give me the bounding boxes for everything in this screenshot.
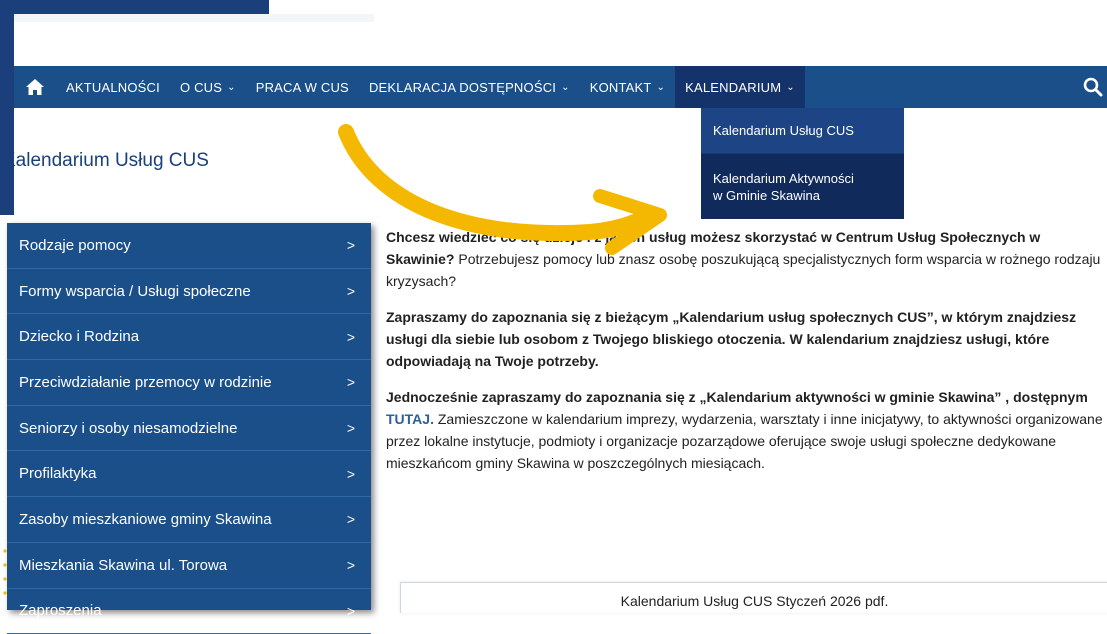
- sidebar-item-label: Formy wsparcia / Usługi społeczne: [19, 283, 251, 300]
- chevron-right-icon: >: [347, 329, 355, 345]
- dropdown-item-kalendarium-uslug[interactable]: Kalendarium Usług CUS: [701, 108, 904, 154]
- chevron-down-icon: ⌄: [227, 82, 236, 93]
- chevron-down-icon: ⌄: [786, 82, 795, 93]
- sidebar-item-label: Przeciwdziałanie przemocy w rodzinie: [19, 374, 272, 391]
- sidebar-item-label: Rodzaje pomocy: [19, 237, 131, 254]
- home-icon[interactable]: [14, 66, 56, 108]
- nav-item-kalendarium[interactable]: KALENDARIUM ⌄: [675, 66, 805, 108]
- sidebar-item-label: Zaproszenia: [19, 602, 102, 619]
- nav-item-o-cus[interactable]: O CUS ⌄: [170, 66, 246, 108]
- header-logo-bar: [14, 0, 269, 14]
- sidebar-item-mieszkania-torowa[interactable]: Mieszkania Skawina ul. Torowa >: [7, 543, 371, 589]
- chevron-right-icon: >: [347, 283, 355, 299]
- chevron-right-icon: >: [347, 603, 355, 619]
- dropdown-item-label: w Gminie Skawina: [713, 187, 892, 204]
- activities-text: Zamieszczone w kalendarium imprezy, wyda…: [386, 411, 1103, 471]
- sidebar-item-label: Seniorzy i osoby niesamodzielne: [19, 420, 237, 437]
- pdf-title: Kalendarium Usług CUS Styczeń 2026 pdf.: [401, 593, 1107, 609]
- main-navigation: AKTUALNOŚCI O CUS ⌄ PRACA W CUS DEKLARACJ…: [14, 66, 1107, 108]
- main-content: Chcesz wiedzieć co się dzieje i z jakich…: [386, 226, 1107, 488]
- sidebar-item-profilaktyka[interactable]: Profilaktyka >: [7, 451, 371, 497]
- nav-item-label: AKTUALNOŚCI: [66, 80, 160, 95]
- tutaj-link[interactable]: TUTAJ.: [386, 411, 434, 427]
- chevron-right-icon: >: [347, 420, 355, 436]
- sidebar-item-zasoby-mieszkaniowe[interactable]: Zasoby mieszkaniowe gminy Skawina >: [7, 497, 371, 543]
- sidebar-item-label: Dziecko i Rodzina: [19, 328, 139, 345]
- sidebar-item-label: Zasoby mieszkaniowe gminy Skawina: [19, 511, 272, 528]
- header-divider: [14, 14, 374, 22]
- dropdown-item-label: Kalendarium Aktywności: [713, 170, 892, 187]
- kalendarium-dropdown-menu: Kalendarium Usług CUS Kalendarium Aktywn…: [701, 108, 904, 219]
- sidebar-item-dziecko-i-rodzina[interactable]: Dziecko i Rodzina >: [7, 314, 371, 360]
- sidebar-item-formy-wsparcia[interactable]: Formy wsparcia / Usługi społeczne >: [7, 269, 371, 315]
- dropdown-item-label: Kalendarium Usług CUS: [713, 122, 854, 139]
- decorative-dots: [2, 545, 8, 605]
- sidebar-menu: Rodzaje pomocy > Formy wsparcia / Usługi …: [7, 223, 371, 610]
- nav-item-label: PRACA W CUS: [256, 80, 349, 95]
- left-accent-strip: [0, 0, 14, 215]
- sidebar-item-label: Profilaktyka: [19, 465, 97, 482]
- chevron-right-icon: >: [347, 557, 355, 573]
- nav-item-label: O CUS: [180, 80, 222, 95]
- chevron-down-icon: ⌄: [657, 82, 666, 93]
- nav-item-aktualnosci[interactable]: AKTUALNOŚCI: [56, 66, 170, 108]
- pdf-embed[interactable]: Kalendarium Usług CUS Styczeń 2026 pdf.: [400, 582, 1107, 613]
- page-title: Kalendarium Usług CUS: [3, 150, 209, 172]
- nav-item-label: DEKLARACJA DOSTĘPNOŚCI: [369, 80, 556, 95]
- dropdown-item-kalendarium-aktywnosci[interactable]: Kalendarium Aktywności w Gminie Skawina: [701, 154, 904, 219]
- search-icon[interactable]: [1083, 77, 1103, 97]
- chevron-right-icon: >: [347, 237, 355, 253]
- nav-item-praca-w-cus[interactable]: PRACA W CUS: [246, 66, 359, 108]
- intro-paragraph: Chcesz wiedzieć co się dzieje i z jakich…: [386, 226, 1107, 292]
- chevron-right-icon: >: [347, 466, 355, 482]
- chevron-right-icon: >: [347, 374, 355, 390]
- nav-item-kontakt[interactable]: KONTAKT ⌄: [580, 66, 675, 108]
- intro-text: Potrzebujesz pomocy lub znasz osobę posz…: [386, 251, 1100, 289]
- activities-paragraph: Jednocześnie zapraszamy do zapoznania si…: [386, 386, 1107, 474]
- chevron-down-icon: ⌄: [561, 82, 570, 93]
- nav-item-deklaracja[interactable]: DEKLARACJA DOSTĘPNOŚCI ⌄: [359, 66, 580, 108]
- sidebar-item-seniorzy[interactable]: Seniorzy i osoby niesamodzielne >: [7, 406, 371, 452]
- chevron-right-icon: >: [347, 511, 355, 527]
- nav-item-label: KALENDARIUM: [685, 80, 781, 95]
- activities-intro: Jednocześnie zapraszamy do zapoznania si…: [386, 389, 1088, 405]
- sidebar-item-zaproszenia[interactable]: Zaproszenia >: [7, 589, 371, 634]
- nav-item-label: KONTAKT: [590, 80, 652, 95]
- sidebar-item-rodzaje-pomocy[interactable]: Rodzaje pomocy >: [7, 223, 371, 269]
- invitation-paragraph: Zapraszamy do zapoznania się z bieżącym …: [386, 306, 1107, 372]
- sidebar-item-przemoc[interactable]: Przeciwdziałanie przemocy w rodzinie >: [7, 360, 371, 406]
- sidebar-item-label: Mieszkania Skawina ul. Torowa: [19, 557, 227, 574]
